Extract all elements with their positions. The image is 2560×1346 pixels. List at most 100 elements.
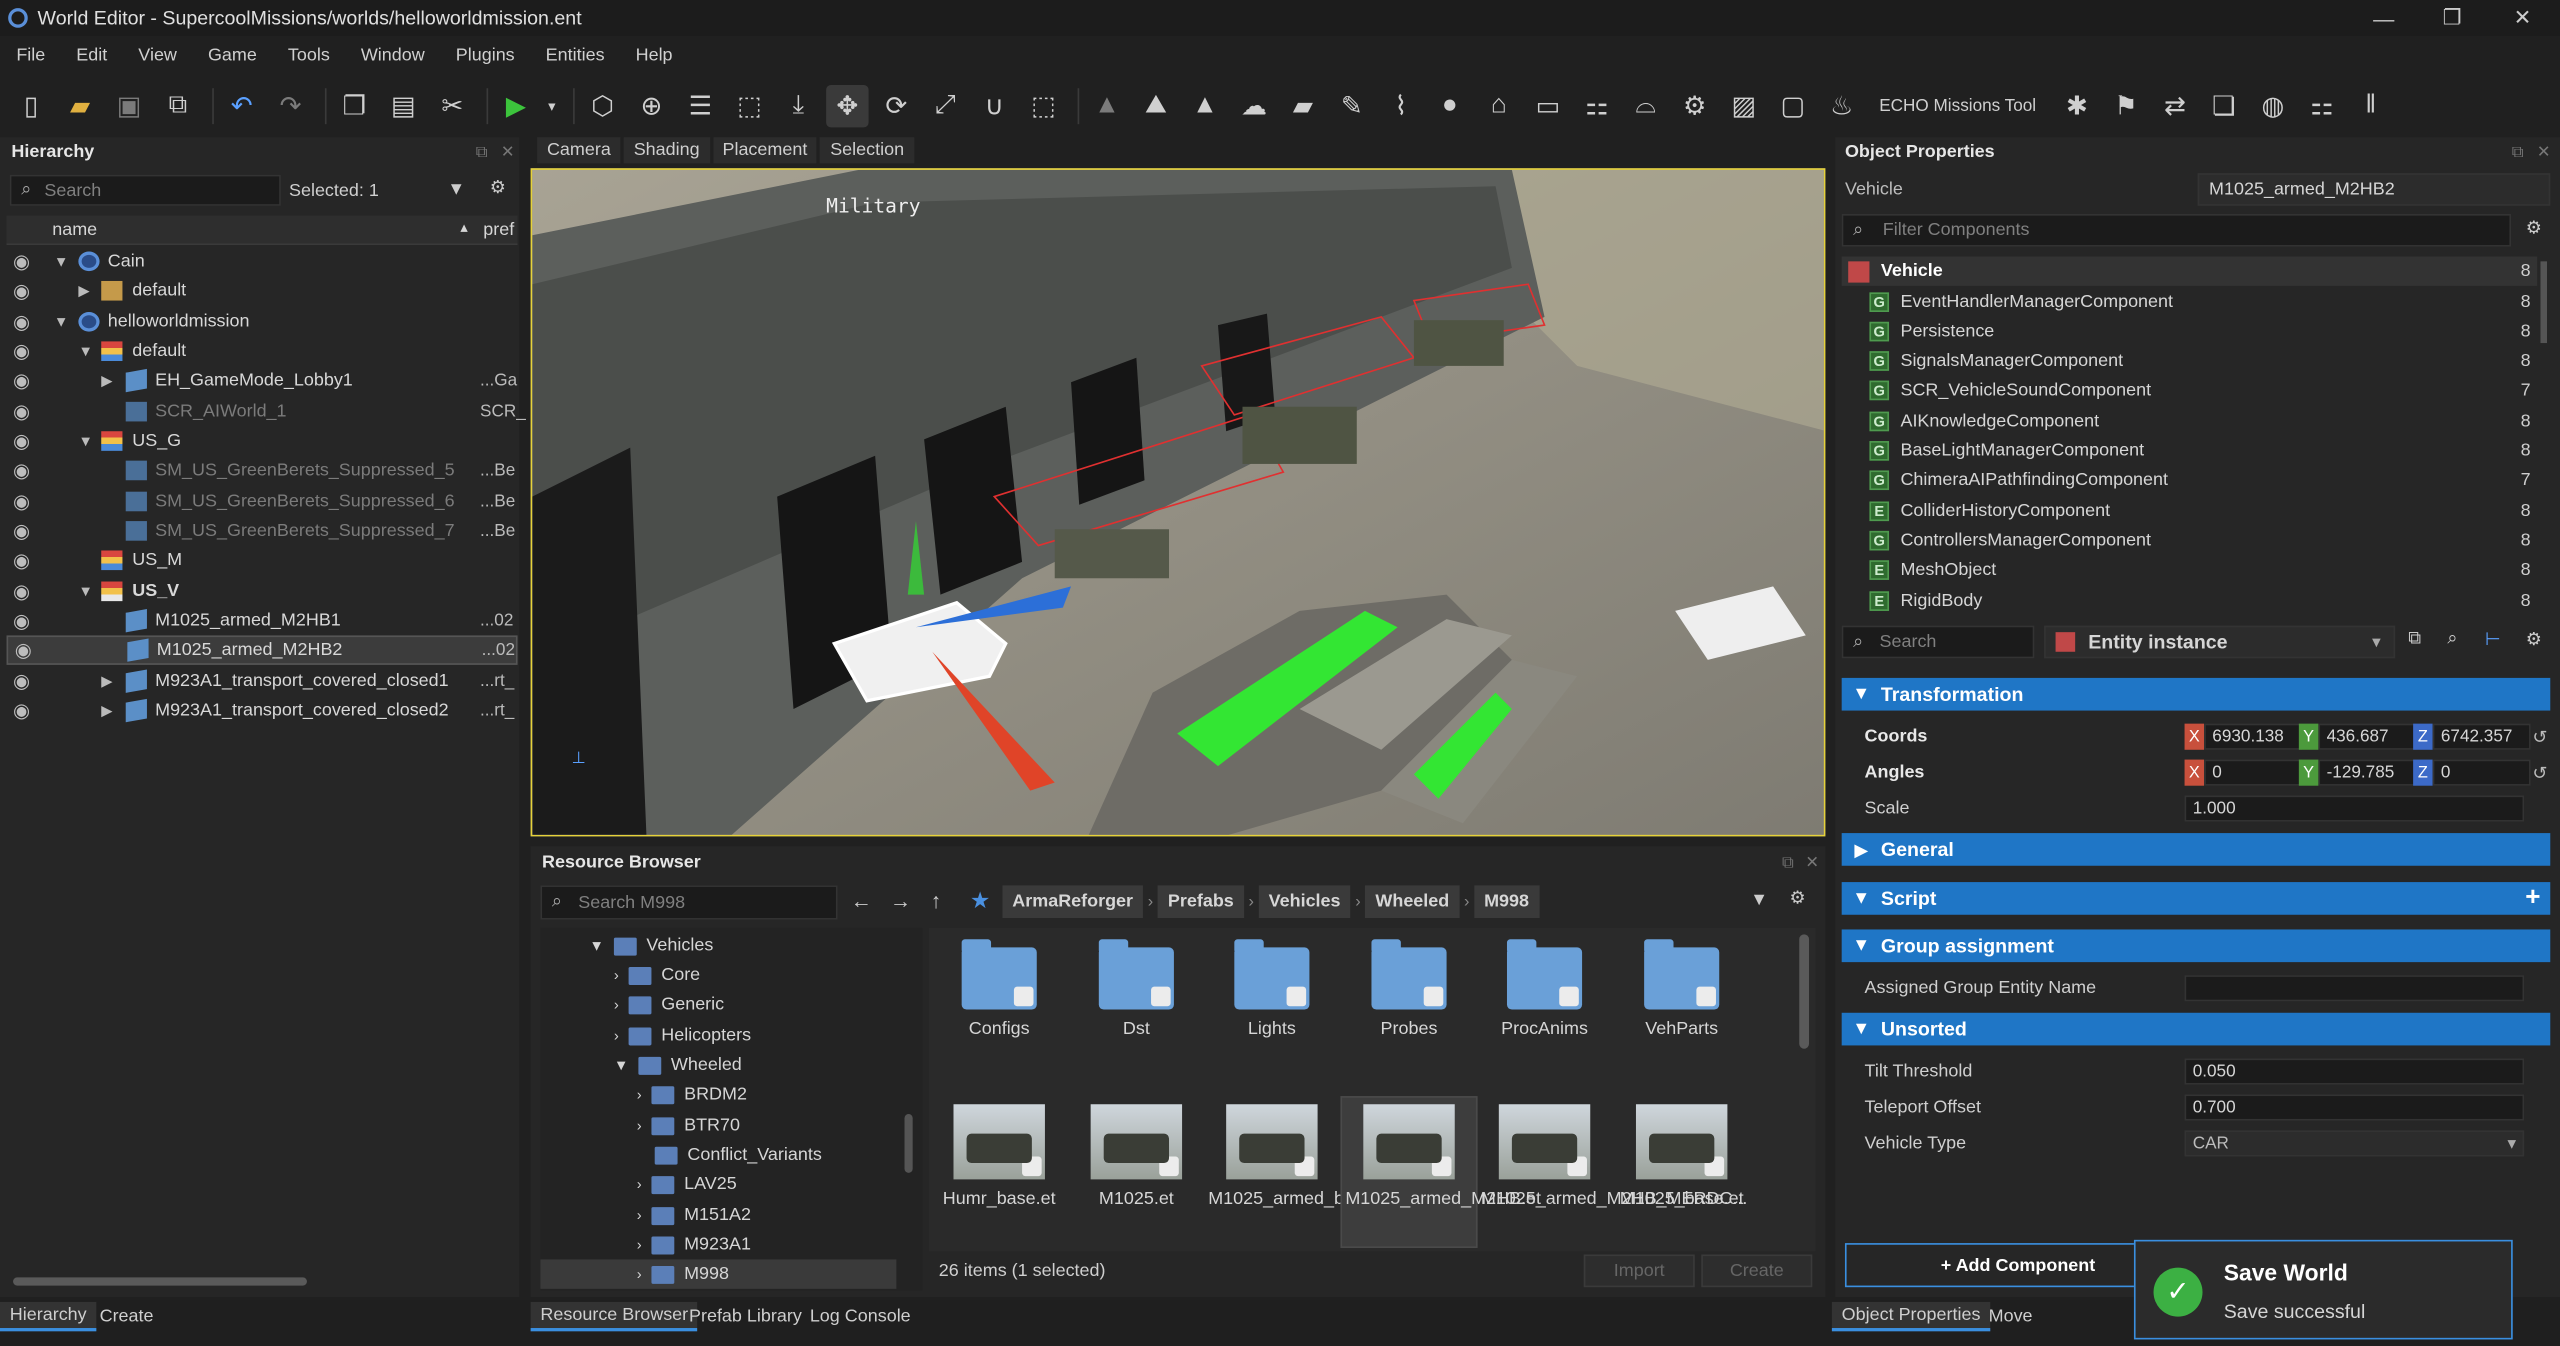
cube-icon[interactable]: ⬡: [581, 85, 623, 127]
tree-folder-selected[interactable]: › M998: [540, 1259, 897, 1289]
tab-hierarchy[interactable]: Hierarchy: [0, 1301, 97, 1332]
asset-prefab-selected[interactable]: M1025_armed_M2HB.et: [1345, 1104, 1541, 1209]
section-group-assignment[interactable]: ▼ Group assignment: [1841, 929, 2551, 963]
horizontal-scrollbar[interactable]: [13, 1277, 307, 1286]
tree-folder[interactable]: › LAV25: [637, 1170, 737, 1199]
sphere-icon[interactable]: ●: [1429, 85, 1471, 127]
selection-box-icon[interactable]: ⬚: [1022, 85, 1064, 127]
tree-folder[interactable]: › BRDM2: [637, 1080, 747, 1109]
tree-row[interactable]: ◉ ▼ helloworldmission: [7, 307, 518, 336]
minimize-button[interactable]: —: [2348, 0, 2420, 36]
asset-prefab[interactable]: M1025_armed_base.et: [1208, 1104, 1393, 1209]
play-icon[interactable]: ▶: [495, 85, 537, 127]
visibility-eye-icon[interactable]: ◉: [15, 639, 32, 662]
entity-instance-dropdown[interactable]: Entity instance ▼: [2044, 625, 2396, 659]
echo-missions-tool-button[interactable]: ECHO Missions Tool: [1869, 88, 2045, 124]
chevron-down-icon[interactable]: ▼: [54, 314, 69, 330]
component-row[interactable]: G BaseLightManagerComponent 8: [1842, 436, 2538, 465]
flag-icon[interactable]: ⚑: [2105, 85, 2147, 127]
property-search-input[interactable]: ⌕ Search: [1841, 625, 2035, 659]
pause-icon[interactable]: ‖: [2350, 85, 2392, 127]
asset-folder[interactable]: Dst: [1073, 939, 1200, 1039]
new-file-icon[interactable]: ▯: [10, 85, 52, 127]
copy-icon[interactable]: ❐: [333, 85, 375, 127]
maximize-button[interactable]: ❐: [2416, 0, 2488, 36]
crosshair-icon[interactable]: ⊕: [630, 85, 672, 127]
ruler-icon[interactable]: ▰: [1282, 85, 1324, 127]
asset-prefab[interactable]: M1025_armed_M2HB_MERDC...: [1481, 1104, 1747, 1209]
tilt-threshold-input[interactable]: 0.050: [2184, 1058, 2525, 1085]
scale-input[interactable]: 1.000: [2184, 795, 2525, 822]
menu-view[interactable]: View: [138, 46, 177, 66]
menu-game[interactable]: Game: [208, 46, 257, 66]
visibility-eye-icon[interactable]: ◉: [13, 609, 30, 632]
breadcrumb-item[interactable]: ArmaReforger: [1002, 885, 1143, 919]
breadcrumb-item[interactable]: Prefabs: [1158, 885, 1244, 919]
component-row[interactable]: E MeshObject 8: [1842, 555, 2538, 584]
tab-selection[interactable]: Selection: [820, 137, 914, 164]
forward-arrow-icon[interactable]: →: [890, 889, 911, 914]
up-arrow-icon[interactable]: ↑: [931, 889, 942, 914]
terrain-icon[interactable]: ▲: [1086, 85, 1128, 127]
panel-undock-icon[interactable]: ⧉: [1778, 853, 1798, 873]
visibility-eye-icon[interactable]: ◉: [13, 430, 30, 453]
tree-folder[interactable]: Conflict_Variants: [654, 1140, 822, 1169]
paint-icon[interactable]: ⌇: [1380, 85, 1422, 127]
component-row[interactable]: E ColliderHistoryComponent 8: [1842, 497, 2538, 526]
tab-shading[interactable]: Shading: [623, 137, 710, 164]
components-scrollbar[interactable]: [2540, 261, 2548, 344]
angles-x-input[interactable]: 0: [2204, 759, 2303, 786]
visibility-eye-icon[interactable]: ◉: [13, 670, 30, 693]
search-icon[interactable]: ⌕: [2447, 629, 2457, 650]
navmesh-icon[interactable]: ▲: [1184, 85, 1226, 127]
coords-x-input[interactable]: 6930.138: [2204, 723, 2303, 750]
component-row[interactable]: G AIKnowledgeComponent 8: [1842, 407, 2538, 436]
angles-y-input[interactable]: -129.785: [2318, 759, 2417, 786]
tree-row[interactable]: ◉ ▼ default: [7, 337, 518, 366]
visibility-eye-icon[interactable]: ◉: [13, 400, 30, 423]
tree-folder[interactable]: › Generic: [614, 990, 724, 1019]
rotate-tool-icon[interactable]: ⟳: [875, 85, 917, 127]
tree-row[interactable]: ◉ US_M: [7, 546, 518, 575]
brush-icon[interactable]: ✎: [1331, 85, 1373, 127]
settings-icon[interactable]: ⚙: [490, 176, 506, 198]
angles-z-input[interactable]: 0: [2432, 759, 2531, 786]
panel-close-icon[interactable]: ✕: [1803, 853, 1823, 873]
weather-icon[interactable]: ☁: [1233, 85, 1275, 127]
tab-move[interactable]: Move: [1979, 1302, 2043, 1331]
map-icon[interactable]: ▨: [1722, 85, 1764, 127]
asset-folder[interactable]: VehParts: [1618, 939, 1745, 1039]
tree-folder[interactable]: › BTR70: [637, 1111, 740, 1140]
tree-row[interactable]: ◉ ▼ Cain: [7, 247, 518, 276]
asset-prefab[interactable]: M1025_base.et: [1618, 1104, 1745, 1209]
vehicle-type-select[interactable]: CAR: [2184, 1130, 2525, 1157]
menu-plugins[interactable]: Plugins: [456, 46, 515, 66]
external-link-icon[interactable]: ⧉: [157, 85, 199, 127]
globe-icon[interactable]: ◍: [2252, 85, 2294, 127]
hierarchy-tree-icon[interactable]: ⊢: [2485, 629, 2501, 651]
component-row[interactable]: E RigidBody 8: [1842, 586, 2538, 615]
chevron-down-icon[interactable]: ▼: [54, 253, 69, 269]
bug-icon[interactable]: ✱: [2056, 85, 2098, 127]
menu-entities[interactable]: Entities: [546, 46, 605, 66]
visibility-eye-icon[interactable]: ◉: [13, 340, 30, 363]
road-icon[interactable]: ⛰: [1135, 85, 1177, 127]
tree-row[interactable]: ◉ ▶ default: [7, 276, 518, 305]
fire-icon[interactable]: ♨: [1820, 85, 1862, 127]
component-row[interactable]: G EventHandlerManagerComponent 8: [1842, 287, 2538, 316]
chevron-down-icon[interactable]: ▼: [78, 343, 93, 359]
visibility-eye-icon[interactable]: ◉: [13, 490, 30, 513]
resource-search-input[interactable]: ⌕ Search M998: [540, 885, 838, 920]
breadcrumb-item[interactable]: M998: [1474, 885, 1539, 919]
tree-folder[interactable]: › M151A2: [637, 1201, 751, 1230]
tab-resource-browser[interactable]: Resource Browser: [530, 1301, 698, 1332]
swap-icon[interactable]: ⇄: [2154, 85, 2196, 127]
curve-tool-icon[interactable]: ∪: [973, 85, 1015, 127]
tree-row[interactable]: ◉ SM_US_GreenBerets_Suppressed_7 ...Be: [7, 516, 518, 545]
save-icon[interactable]: ▣: [108, 85, 150, 127]
tree-row-selected[interactable]: ◉ M1025_armed_M2HB2 ...02: [6, 635, 518, 665]
settings-icon[interactable]: ⚙: [1789, 887, 1805, 909]
tree-folder[interactable]: ▼ Vehicles: [589, 931, 713, 960]
sort-arrow-icon[interactable]: ▴: [460, 219, 467, 237]
tree-row[interactable]: ◉ SM_US_GreenBerets_Suppressed_6 ...Be: [7, 487, 518, 516]
